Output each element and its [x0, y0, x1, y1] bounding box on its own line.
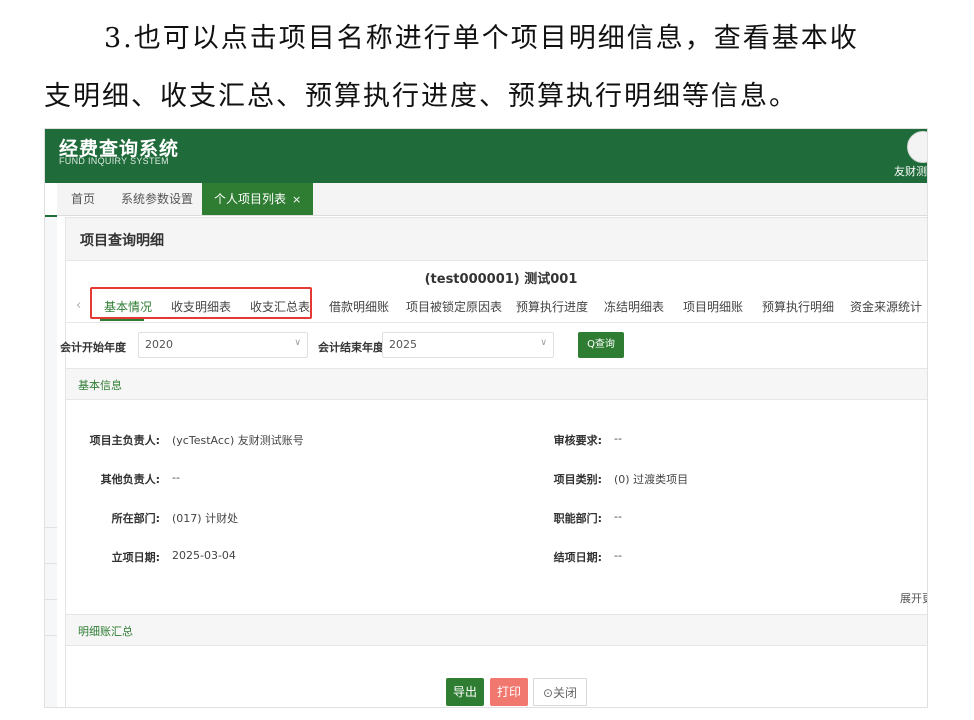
expand-more-link[interactable]: 展开更 — [900, 590, 927, 606]
start-year-label: 会计开始年度 — [60, 341, 126, 354]
field-label: 项目类别: — [553, 473, 602, 486]
close-button[interactable]: ⊙关闭 — [533, 678, 587, 706]
tab-project-ledger[interactable]: 项目明细账 — [683, 298, 743, 315]
chevron-down-icon: ∨ — [294, 338, 301, 348]
tab-frozen-detail[interactable]: 冻结明细表 — [604, 298, 664, 315]
field-value: -- — [614, 549, 622, 562]
export-button[interactable]: 导出 — [446, 678, 484, 706]
doc-paragraph-line-2: 支明细、收支汇总、预算执行进度、预算执行明细等信息。 — [44, 81, 798, 112]
basic-info-title: 基本信息 — [78, 379, 122, 392]
close-icon[interactable]: × — [292, 193, 301, 206]
end-year-label: 会计结束年度 — [318, 341, 384, 354]
user-name[interactable]: 友财测 — [894, 163, 927, 179]
tab-system-params[interactable]: 系统参数设置 — [111, 183, 203, 215]
field-value: 2025-03-04 — [172, 549, 236, 562]
app-screenshot: 经费查询系统 FUND INQUIRY SYSTEM 友财测 首页 系统参数设置… — [44, 128, 928, 708]
highlight-annotation-box — [90, 287, 312, 319]
doc-paragraph-line-1: 3.也可以点击项目名称进行单个项目明细信息，查看基本收 — [104, 23, 859, 54]
page-tab-bar: 首页 系统参数设置 个人项目列表 × — [45, 183, 927, 216]
field-label: 项目主负责人: — [89, 434, 160, 447]
tab-home[interactable]: 首页 — [61, 183, 105, 215]
top-header: 经费查询系统 FUND INQUIRY SYSTEM 友财测 — [45, 129, 927, 183]
tab-fund-source-stats[interactable]: 资金来源统计 — [850, 298, 922, 315]
start-year-select[interactable]: 2020 ∨ — [138, 332, 308, 358]
field-label: 审核要求: — [553, 434, 602, 447]
tab-budget-execution-detail[interactable]: 预算执行明细 — [762, 298, 834, 315]
field-label: 结项日期: — [553, 551, 602, 564]
filter-row: 会计开始年度 2020 ∨ 会计结束年度 2025 ∨ Q查询 — [60, 330, 927, 362]
end-year-value: 2025 — [389, 338, 417, 351]
field-label: 职能部门: — [553, 512, 602, 525]
field-value: (ycTestAcc) 友财测试账号 — [172, 434, 304, 447]
end-year-select[interactable]: 2025 ∨ — [382, 332, 554, 358]
active-tab-indicator — [100, 319, 144, 321]
tab-personal-projects[interactable]: 个人项目列表 × — [202, 183, 314, 215]
field-value: -- — [172, 471, 180, 484]
chevron-left-icon[interactable]: ‹ — [76, 298, 81, 313]
ledger-summary-title: 明细账汇总 — [78, 625, 133, 638]
start-year-value: 2020 — [145, 338, 173, 351]
tab-loan-detail[interactable]: 借款明细账 — [329, 298, 389, 315]
tab-lock-reasons[interactable]: 项目被锁定原因表 — [406, 298, 502, 315]
field-label: 立项日期: — [111, 551, 160, 564]
action-bar: 导出 打印 ⊙关闭 — [66, 670, 927, 707]
panel-title: 项目查询明细 — [80, 233, 164, 249]
field-value: (0) 过渡类项目 — [614, 473, 689, 486]
app-subtitle: FUND INQUIRY SYSTEM — [59, 156, 169, 166]
sidebar-edge — [45, 183, 57, 218]
field-label: 所在部门: — [111, 512, 160, 525]
panel-header: 项目查询明细 — [66, 218, 927, 261]
field-label: 其他负责人: — [100, 473, 160, 486]
project-title: (test000001) 测试001 — [424, 272, 578, 287]
tab-budget-progress[interactable]: 预算执行进度 — [516, 298, 588, 315]
print-button[interactable]: 打印 — [490, 678, 528, 706]
chevron-down-icon: ∨ — [540, 338, 547, 348]
tab-personal-projects-label: 个人项目列表 — [214, 192, 287, 206]
field-value: (017) 计财处 — [172, 512, 239, 525]
field-value: -- — [614, 510, 622, 523]
user-avatar[interactable] — [907, 131, 927, 163]
field-value: -- — [614, 432, 622, 445]
query-button[interactable]: Q查询 — [578, 332, 624, 358]
collapsed-sidebar — [45, 217, 57, 707]
basic-info-section-header: 基本信息 — [66, 368, 927, 400]
ledger-summary-section-header: 明细账汇总 — [66, 614, 927, 646]
